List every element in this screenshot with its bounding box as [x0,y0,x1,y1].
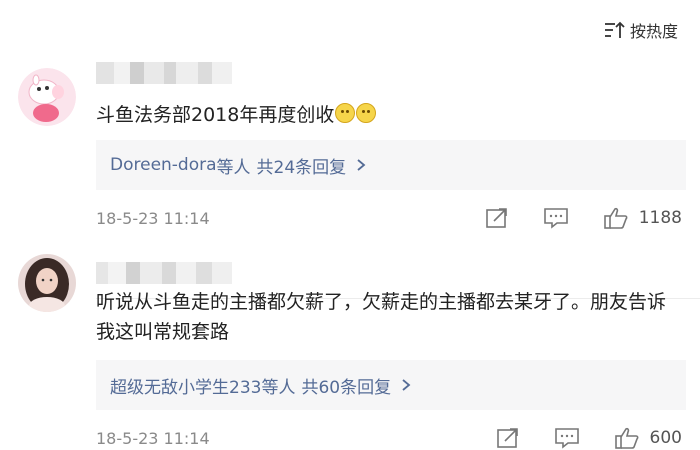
chevron-right-icon [357,159,366,171]
share-button[interactable] [485,207,509,229]
username-redacted[interactable] [96,62,246,84]
comment-time: 18-5-23 11:14 [96,208,210,228]
sort-by-hot-button[interactable]: 按热度 [604,18,678,42]
reply-count[interactable]: 共24条回复 [257,153,347,178]
like-count: 600 [649,428,682,448]
smile-emoji-icon [356,103,377,123]
replies-preview[interactable]: Doreen-dora 等人 共24条回复 [96,140,686,190]
sort-label: 按热度 [629,22,678,41]
peppa-pig-avatar[interactable] [18,68,76,126]
comment-icon [543,208,568,229]
comment-text: 听说从斗鱼走的主播都欠薪了，欠薪走的主播都去某牙了。朋友告诉我这叫常规套路 [96,291,667,343]
share-icon [496,428,518,448]
comment-icon [554,428,579,449]
thumbs-up-icon [603,207,628,229]
reply-button[interactable] [554,427,580,449]
girl-photo-avatar[interactable] [18,254,76,312]
share-button[interactable] [496,427,520,449]
sort-icon [604,21,625,38]
reply-suffix: 等人 [261,377,296,398]
reply-users[interactable]: 超级无敌小学生233 [110,373,261,398]
comment-time: 18-5-23 11:14 [96,428,210,448]
comment-meta: 18-5-23 11:14 600 [96,426,682,450]
comment-meta: 18-5-23 11:14 1188 [96,206,682,230]
reply-count[interactable]: 共60条回复 [301,373,391,398]
comment-text: 斗鱼法务部2018年再度创收 [96,100,680,130]
like-button[interactable]: 600 [614,426,682,450]
smile-emoji-icon [335,103,356,123]
thumbs-up-icon [614,427,638,449]
like-count: 1188 [638,208,682,228]
reply-button[interactable] [543,207,569,229]
replies-preview[interactable]: 超级无敌小学生233 等人 共60条回复 [96,360,686,410]
like-button[interactable]: 1188 [603,206,682,230]
share-icon [485,208,507,228]
chevron-right-icon [402,379,411,391]
username-redacted[interactable] [96,262,246,284]
reply-suffix: 等人 [216,157,251,178]
reply-users[interactable]: Doreen-dora [110,155,217,175]
